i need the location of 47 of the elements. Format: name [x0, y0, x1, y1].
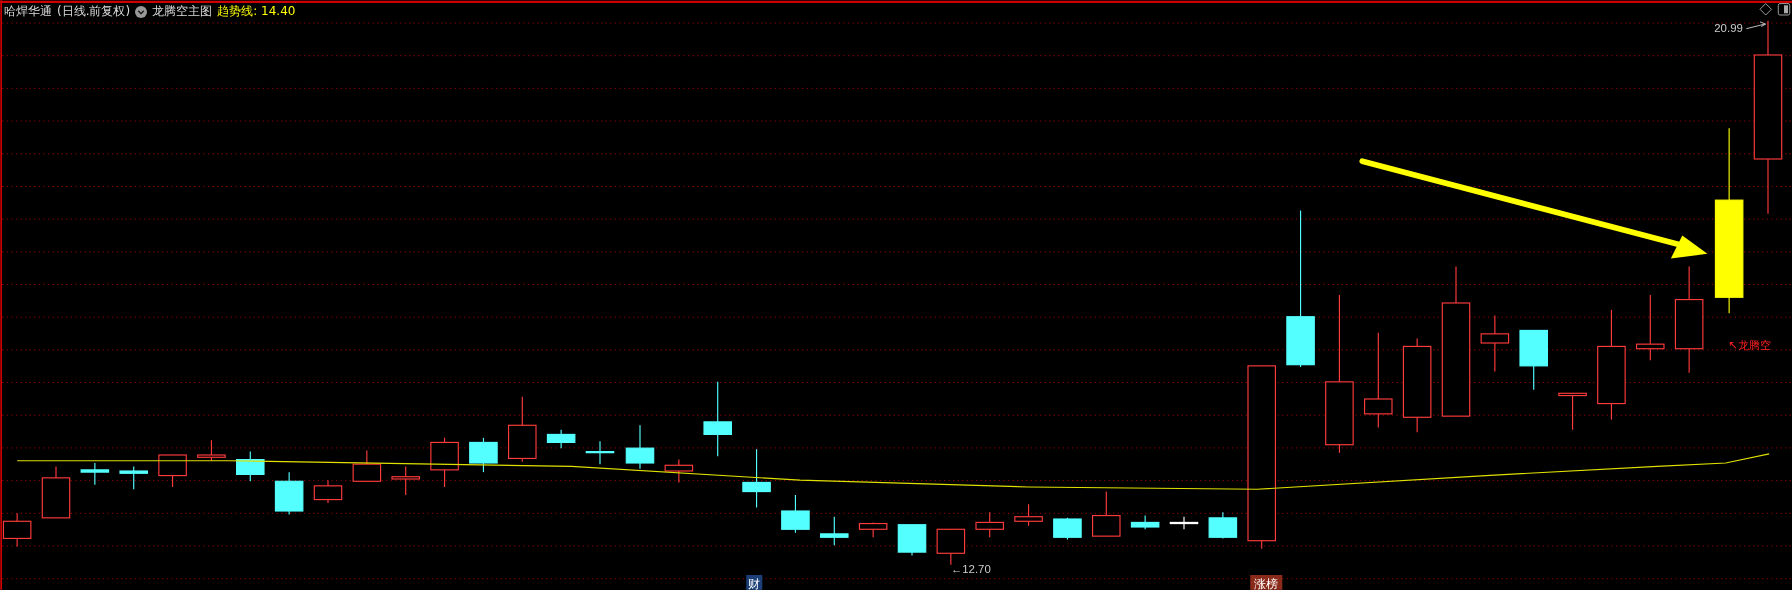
candlestick — [1130, 515, 1160, 530]
candlestick — [546, 429, 576, 449]
candlestick — [158, 454, 187, 488]
candlestick — [197, 439, 226, 462]
candlestick — [1480, 315, 1510, 373]
candlestick — [469, 437, 498, 473]
candlestick — [1208, 511, 1238, 539]
diamond-icon[interactable] — [1759, 3, 1772, 16]
candlestick — [274, 471, 304, 515]
limit-up-marker: 涨榜 — [1250, 575, 1283, 590]
candlestick — [313, 479, 343, 504]
leader-line — [1745, 21, 1767, 30]
candlestick — [1636, 294, 1665, 361]
candlestick — [1519, 329, 1548, 391]
candlestick — [1053, 517, 1082, 541]
candlestick — [508, 396, 537, 463]
dropdown-icon[interactable] — [135, 5, 148, 18]
candlestick — [1169, 516, 1199, 530]
candlestick — [742, 448, 771, 509]
indicator-name[interactable]: 龙腾空主图 — [152, 3, 213, 20]
panel-toggle-icon[interactable] — [1777, 3, 1791, 16]
finance-marker: 财 — [746, 575, 763, 590]
candlestick — [236, 451, 265, 482]
candlestick — [1558, 392, 1587, 431]
high-price-label: 20.99 — [1714, 22, 1743, 35]
chart-period: (日线.前复权) — [57, 3, 131, 20]
candlestick — [80, 462, 110, 486]
candlestick — [585, 440, 615, 465]
candlestick — [625, 424, 655, 470]
candlestick — [820, 516, 849, 546]
candlestick — [897, 524, 927, 557]
candlestick — [430, 437, 459, 488]
candlestick — [1092, 491, 1121, 537]
low-price-label: ←12.70 — [950, 562, 991, 575]
candlestick — [1014, 503, 1043, 527]
trend-line-value: 趋势线: 14.40 — [217, 3, 296, 20]
candlestick — [936, 528, 966, 566]
candlestick — [664, 459, 694, 483]
candlestick — [975, 511, 1004, 538]
candlestick — [391, 465, 420, 496]
candlestick — [858, 521, 888, 538]
signal-label: ↖龙腾空 — [1728, 337, 1771, 352]
candlestick — [352, 449, 382, 482]
candlestick — [41, 465, 71, 519]
stock-name: 哈焊华通 — [4, 3, 52, 20]
candlestick — [781, 494, 810, 534]
candlestick — [119, 465, 148, 490]
